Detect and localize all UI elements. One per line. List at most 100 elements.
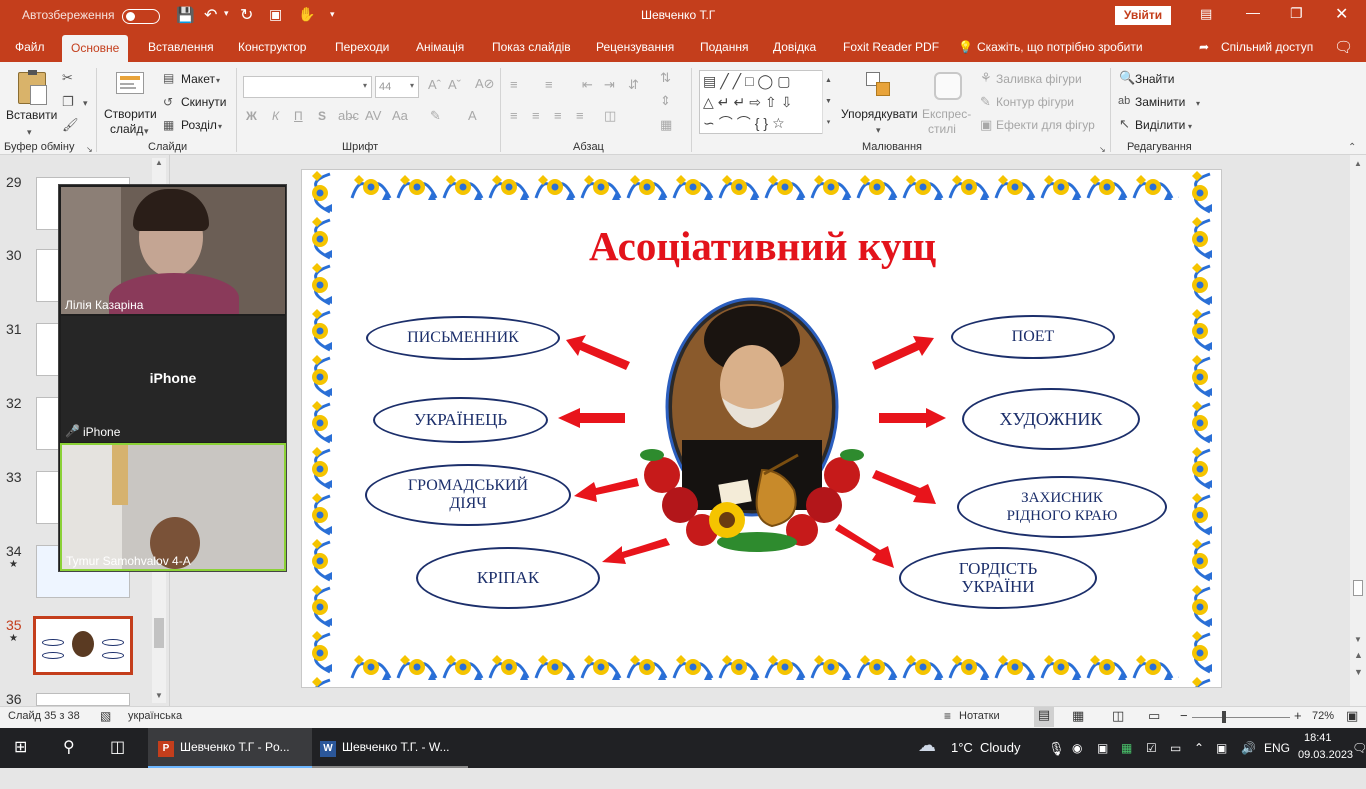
text-direction-icon[interactable]: ⇅ [660, 71, 671, 85]
next-slide-icon[interactable]: ▼ [1354, 667, 1363, 677]
shapes-scroll[interactable]: ▲ ▼ ▾ [822, 70, 834, 134]
underline-button[interactable]: П [294, 109, 303, 123]
layout-dropdown-icon[interactable]: ▾ [216, 74, 220, 88]
quick-styles-icon[interactable] [934, 72, 962, 100]
shape-effects-button[interactable]: Ефекти для фігур [996, 118, 1095, 132]
arrange-button[interactable]: Упорядкувати [841, 107, 918, 121]
language-indicator[interactable]: українська [128, 710, 182, 722]
volume-icon[interactable]: 🔊 [1241, 728, 1256, 768]
editor-scrollbar[interactable]: ▲ ▼ ▲ ▼ [1350, 155, 1366, 706]
tab-transitions[interactable]: Переходи [335, 40, 389, 54]
maximize-icon[interactable]: ❐ [1290, 5, 1303, 22]
reset-button[interactable]: Скинути [181, 95, 226, 109]
taskbar-powerpoint[interactable]: P Шевченко Т.Г - Po... [148, 728, 312, 768]
scroll-down-icon[interactable]: ▼ [1354, 635, 1362, 644]
slide-thumbnail-35[interactable] [33, 616, 133, 675]
new-slide-button[interactable]: Створити [104, 107, 157, 121]
paste-button[interactable]: Вставити [6, 108, 57, 122]
tray-security-icon[interactable]: ☑ [1146, 728, 1157, 768]
reading-view-icon[interactable]: ◫ [1112, 708, 1124, 724]
layout-button[interactable]: Макет [181, 72, 215, 86]
paste-dropdown-icon[interactable]: ▾ [27, 125, 32, 139]
increase-indent-icon[interactable]: ⇥ [604, 78, 615, 92]
slide-thumbnail-36[interactable] [36, 693, 130, 706]
scroll-up-icon[interactable]: ▲ [155, 158, 163, 167]
scroll-up-icon[interactable]: ▲ [1354, 159, 1362, 168]
arrange-dropdown-icon[interactable]: ▾ [876, 123, 881, 137]
zoom-level[interactable]: 72% [1312, 710, 1334, 722]
char-spacing-icon[interactable]: AV [365, 109, 381, 123]
notes-button[interactable]: Нотатки [959, 710, 1000, 722]
zoom-in-icon[interactable]: + [1294, 708, 1302, 723]
find-button[interactable]: Знайти [1135, 72, 1174, 86]
slide-canvas[interactable]: Асоціативний кущ ПИСЬМЕННИК УКРАЇНЕЦЬ ГР… [301, 169, 1222, 688]
smartart-icon[interactable]: ▦ [660, 118, 672, 132]
columns-icon[interactable]: ◫ [604, 109, 616, 123]
shape-outline-button[interactable]: Контур фігури [996, 95, 1074, 109]
tab-help[interactable]: Довідка [773, 40, 816, 54]
notifications-icon[interactable]: 🗨 [1352, 728, 1366, 768]
change-case-icon[interactable]: Aa [392, 109, 408, 123]
bullets-icon[interactable]: ≡ [510, 78, 518, 92]
microphone-icon[interactable]: 🎙 [1048, 728, 1065, 768]
decrease-font-icon[interactable]: Aˇ [448, 78, 461, 92]
participant-video-active[interactable]: Tymur Samohvalov 4-А [60, 443, 286, 571]
highlight-icon[interactable]: ✎ [430, 109, 441, 123]
new-slide-dropdown-icon[interactable]: ▾ [144, 124, 149, 138]
normal-view-icon[interactable]: ▤ [1034, 707, 1054, 727]
select-button[interactable]: Виділити [1135, 118, 1185, 132]
slideshow-icon[interactable]: ▭ [1148, 708, 1160, 724]
oval-defender[interactable]: ЗАХИСНИК РІДНОГО КРАЮ [957, 476, 1167, 538]
tab-design[interactable]: Конструктор [238, 40, 306, 54]
tab-animations[interactable]: Анімація [416, 40, 464, 54]
clock-date[interactable]: 09.03.2023 [1298, 749, 1353, 789]
oval-pride[interactable]: ГОРДІСТЬ УКРАЇНИ [899, 547, 1097, 609]
strikethrough-icon[interactable]: ab̶c [338, 109, 359, 123]
tab-file[interactable]: Файл [15, 40, 45, 54]
font-family-select[interactable]: ▾ [243, 76, 372, 98]
oval-public-figure[interactable]: ГРОМАДСЬКИЙ ДІЯЧ [365, 464, 571, 526]
tell-me-search[interactable]: Скажіть, що потрібно зробити [977, 40, 1143, 54]
section-dropdown-icon[interactable]: ▾ [218, 120, 222, 134]
line-spacing-icon[interactable]: ⇵ [628, 78, 639, 92]
align-text-icon[interactable]: ⇕ [660, 94, 671, 108]
tab-foxit[interactable]: Foxit Reader PDF [843, 40, 939, 54]
search-icon[interactable]: ⚲ [63, 728, 75, 768]
fit-slide-icon[interactable]: ▣ [1346, 708, 1358, 724]
prev-slide-icon[interactable]: ▲ [1354, 650, 1363, 660]
participant-video[interactable]: Лілія Казаріна [61, 187, 285, 314]
zoom-tray-icon[interactable]: ◉ [1072, 728, 1082, 768]
font-color-icon[interactable]: A [468, 109, 477, 123]
decrease-indent-icon[interactable]: ⇤ [582, 78, 593, 92]
task-view-icon[interactable]: ◫ [110, 728, 125, 768]
scroll-thumb[interactable] [154, 618, 164, 648]
network-icon[interactable]: ▣ [1216, 728, 1227, 768]
redo-icon[interactable]: ↻ [240, 5, 253, 25]
comments-icon[interactable]: 🗨 [1334, 38, 1353, 56]
replace-button[interactable]: Замінити [1135, 95, 1185, 109]
scroll-down-icon[interactable]: ▼ [155, 691, 163, 700]
collapse-ribbon-icon[interactable]: ⌃ [1348, 141, 1356, 155]
scroll-thumb[interactable] [1353, 580, 1363, 596]
align-right-icon[interactable]: ≡ [554, 109, 562, 123]
shape-fill-button[interactable]: Заливка фігури [996, 72, 1082, 86]
touch-mode-icon[interactable]: ✋ [298, 6, 315, 23]
undo-dropdown-icon[interactable]: ▾ [224, 8, 229, 19]
windows-start-icon[interactable]: ⊞ [14, 728, 27, 768]
tab-home[interactable]: Основне [62, 35, 129, 62]
tray-app-icon[interactable]: ▣ [1097, 728, 1108, 768]
autosave-toggle[interactable] [122, 9, 160, 24]
taskbar-word[interactable]: W Шевченко Т.Г. - W... [312, 728, 468, 768]
tray-display-icon[interactable]: ▭ [1170, 728, 1181, 768]
weather-text[interactable]: Cloudy [980, 728, 1020, 768]
format-painter-icon[interactable]: 🖌 [62, 118, 79, 132]
quick-styles-button[interactable]: Експрес- [922, 107, 971, 121]
justify-icon[interactable]: ≡ [576, 109, 584, 123]
slide-title[interactable]: Асоціативний кущ [302, 222, 1221, 270]
italic-button[interactable]: К [272, 109, 279, 123]
slide-sorter-icon[interactable]: ▦ [1072, 708, 1084, 724]
oval-serf[interactable]: КРІПАК [416, 547, 600, 609]
align-center-icon[interactable]: ≡ [532, 109, 540, 123]
tab-slideshow[interactable]: Показ слайдів [492, 40, 571, 54]
bold-button[interactable]: Ж [246, 109, 257, 123]
